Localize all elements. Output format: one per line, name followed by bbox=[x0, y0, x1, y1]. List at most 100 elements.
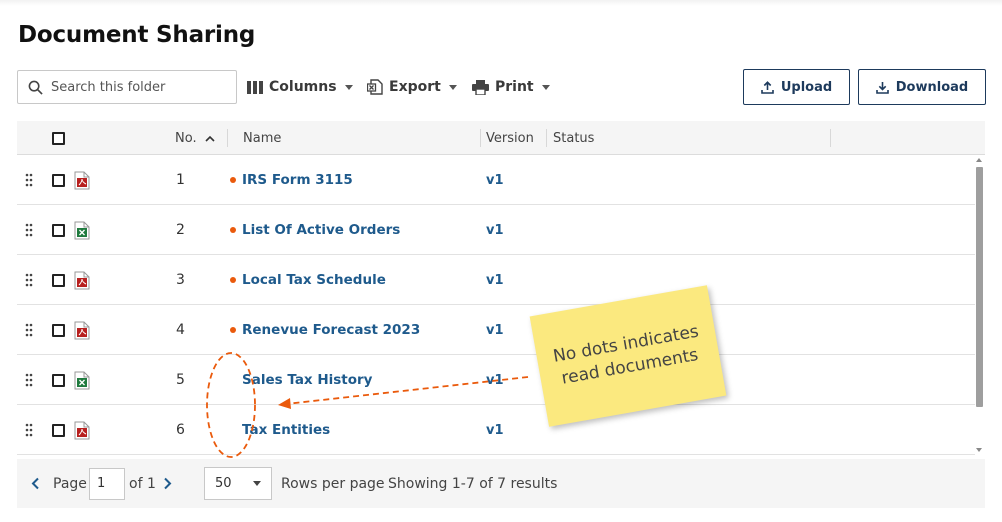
row-checkbox[interactable] bbox=[52, 223, 65, 237]
scroll-up-arrow-icon[interactable] bbox=[976, 158, 982, 162]
export-button[interactable]: Export bbox=[367, 70, 457, 104]
drag-handle-icon[interactable] bbox=[25, 205, 33, 255]
version-link[interactable]: v1 bbox=[486, 405, 504, 455]
print-button[interactable]: Print bbox=[472, 70, 550, 104]
drag-handle-icon[interactable] bbox=[25, 155, 33, 205]
columns-label: Columns bbox=[269, 79, 337, 95]
column-divider[interactable] bbox=[830, 129, 831, 147]
document-name-link[interactable]: Renevue Forecast 2023 bbox=[230, 305, 420, 355]
row-checkbox-cell bbox=[52, 305, 65, 355]
column-divider[interactable] bbox=[227, 129, 228, 147]
sticky-note-text: No dots indicates read documents bbox=[551, 321, 701, 389]
rows-per-page-value: 50 bbox=[215, 476, 232, 491]
table-row[interactable]: 5 Sales Tax History v1 bbox=[17, 355, 975, 405]
pagination-bar: Page of 1 50 Rows per page Showing 1-7 o… bbox=[17, 459, 985, 508]
document-name-link[interactable]: Sales Tax History bbox=[230, 355, 373, 405]
upload-icon bbox=[761, 80, 774, 94]
row-checkbox-cell bbox=[52, 155, 65, 205]
upload-label: Upload bbox=[780, 79, 833, 95]
search-icon bbox=[28, 80, 43, 95]
document-name-link[interactable]: Local Tax Schedule bbox=[230, 255, 386, 305]
unread-dot-icon bbox=[230, 277, 236, 283]
table-row[interactable]: 4 Renevue Forecast 2023 v1 bbox=[17, 305, 975, 355]
column-header-number[interactable]: No. bbox=[175, 121, 215, 155]
document-name-label: Tax Entities bbox=[242, 422, 331, 438]
vertical-scrollbar[interactable] bbox=[973, 155, 985, 455]
scrollbar-thumb[interactable] bbox=[976, 167, 983, 407]
version-link[interactable]: v1 bbox=[486, 255, 504, 305]
select-all-checkbox[interactable] bbox=[52, 131, 65, 145]
document-name-label: Local Tax Schedule bbox=[242, 272, 386, 288]
rows-per-page-select[interactable]: 50 bbox=[204, 467, 272, 500]
next-page-button[interactable] bbox=[163, 459, 172, 508]
download-icon bbox=[875, 81, 889, 94]
page-title: Document Sharing bbox=[18, 22, 256, 48]
chevron-down-icon bbox=[253, 481, 261, 486]
table-row[interactable]: 3 Local Tax Schedule v1 bbox=[17, 255, 975, 305]
document-name-link[interactable]: Tax Entities bbox=[230, 405, 330, 455]
rows-per-page-wrapper: 50 bbox=[204, 459, 272, 508]
sort-ascending-icon bbox=[205, 135, 215, 142]
pdf-icon bbox=[74, 155, 90, 205]
row-checkbox[interactable] bbox=[52, 273, 65, 287]
column-header-status[interactable]: Status bbox=[553, 121, 594, 155]
chevron-left-icon bbox=[31, 477, 39, 490]
chevron-right-icon bbox=[164, 477, 172, 490]
table-row[interactable]: 6 Tax Entities v1 bbox=[17, 405, 975, 455]
version-link[interactable]: v1 bbox=[486, 355, 504, 405]
page-number-input[interactable] bbox=[89, 467, 125, 500]
pdf-icon bbox=[74, 255, 90, 305]
grid-rows: 1 IRS Form 3115 v1 2 List Of Active Orders v1… bbox=[17, 155, 975, 455]
scroll-down-arrow-icon[interactable] bbox=[976, 448, 982, 452]
table-row[interactable]: 2 List Of Active Orders v1 bbox=[17, 205, 975, 255]
row-checkbox[interactable] bbox=[52, 423, 65, 437]
excel-icon bbox=[74, 205, 90, 255]
page-count-label: of 1 bbox=[129, 475, 156, 492]
column-header-version[interactable]: Version bbox=[486, 121, 534, 155]
chevron-down-icon bbox=[344, 84, 353, 90]
unread-dot-icon bbox=[230, 227, 236, 233]
row-number: 2 bbox=[176, 222, 185, 238]
top-shade bbox=[0, 0, 1002, 6]
row-checkbox[interactable] bbox=[52, 173, 65, 187]
document-name-link[interactable]: List Of Active Orders bbox=[230, 205, 400, 255]
drag-handle-icon[interactable] bbox=[25, 405, 33, 455]
select-all-cell bbox=[52, 121, 65, 155]
row-number: 4 bbox=[176, 322, 185, 338]
page-input-wrapper bbox=[89, 459, 125, 508]
printer-icon bbox=[472, 79, 489, 95]
drag-handle-icon[interactable] bbox=[25, 255, 33, 305]
document-name-link[interactable]: IRS Form 3115 bbox=[230, 155, 353, 205]
column-divider[interactable] bbox=[480, 129, 481, 147]
row-number: 6 bbox=[176, 422, 185, 438]
document-name-label: Renevue Forecast 2023 bbox=[242, 322, 421, 338]
version-link[interactable]: v1 bbox=[486, 155, 504, 205]
chevron-down-icon bbox=[541, 84, 550, 90]
drag-handle-icon[interactable] bbox=[25, 355, 33, 405]
row-checkbox[interactable] bbox=[52, 323, 65, 337]
column-header-status-label: Status bbox=[553, 130, 595, 146]
rows-per-page-label: Rows per page bbox=[281, 475, 385, 492]
export-excel-icon bbox=[367, 79, 383, 95]
row-checkbox[interactable] bbox=[52, 373, 65, 387]
row-number: 1 bbox=[176, 172, 185, 188]
excel-icon bbox=[74, 355, 90, 405]
search-input[interactable] bbox=[51, 79, 221, 95]
row-checkbox-cell bbox=[52, 205, 65, 255]
previous-page-button[interactable] bbox=[31, 459, 40, 508]
version-link[interactable]: v1 bbox=[486, 305, 504, 355]
unread-dot-icon bbox=[230, 177, 236, 183]
search-box[interactable] bbox=[17, 70, 237, 104]
column-header-name-label: Name bbox=[243, 130, 282, 146]
upload-button[interactable]: Upload bbox=[743, 69, 850, 105]
download-button[interactable]: Download bbox=[858, 69, 986, 105]
table-row[interactable]: 1 IRS Form 3115 v1 bbox=[17, 155, 975, 205]
columns-button[interactable]: Columns bbox=[247, 70, 353, 104]
drag-handle-icon[interactable] bbox=[25, 305, 33, 355]
version-link[interactable]: v1 bbox=[486, 205, 504, 255]
column-header-version-label: Version bbox=[486, 130, 534, 146]
page-label: Page bbox=[53, 475, 87, 492]
column-divider[interactable] bbox=[546, 129, 547, 147]
column-header-name[interactable]: Name bbox=[243, 121, 281, 155]
row-checkbox-cell bbox=[52, 355, 65, 405]
